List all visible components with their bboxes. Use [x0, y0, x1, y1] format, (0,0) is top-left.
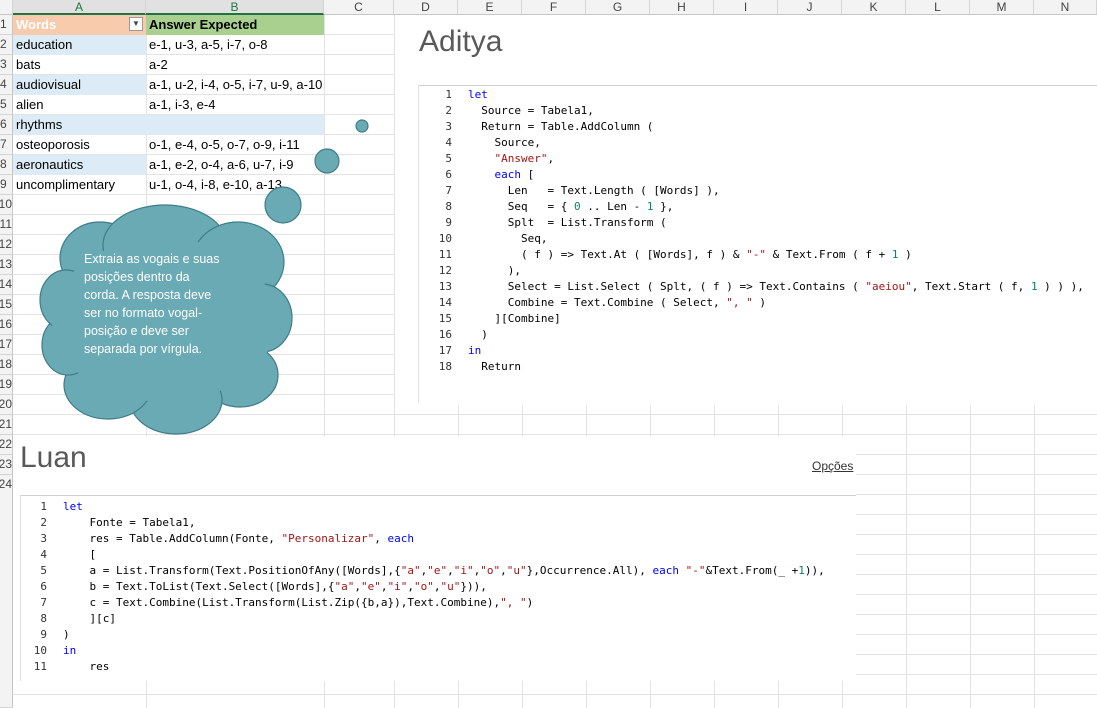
- callout-line: Extraia as vogais e suas: [84, 252, 220, 266]
- callout-line: posição e deve ser: [84, 324, 189, 338]
- callout-line: corda. A resposta deve: [84, 288, 212, 302]
- callout-text: Extraia as vogais e suas posições dentro…: [84, 250, 234, 358]
- callout-line: ser no formato vogal-: [84, 306, 203, 320]
- callout-line: separada por vírgula.: [84, 342, 203, 356]
- callout-line: posições dentro da: [84, 270, 190, 284]
